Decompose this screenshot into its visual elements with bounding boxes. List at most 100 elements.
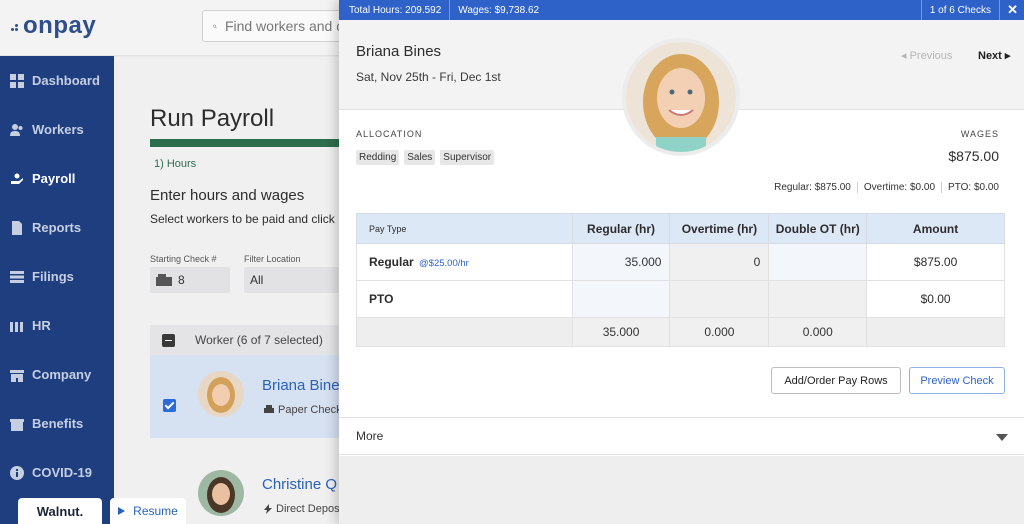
allocation-tag: Sales <box>404 150 436 165</box>
filings-icon <box>10 270 24 283</box>
preview-check-button[interactable]: Preview Check <box>909 367 1005 394</box>
sidebar-item-label: COVID-19 <box>32 465 92 480</box>
search-placeholder: Find workers and co <box>224 18 351 34</box>
total-regular: 35.000 <box>571 317 671 347</box>
sidebar-item-label: Payroll <box>32 171 76 186</box>
dashboard-icon <box>10 73 24 88</box>
total-double-ot: 0.000 <box>768 317 868 347</box>
column-header: Amount <box>866 213 1005 244</box>
allocation-tag: Supervisor <box>440 150 495 165</box>
search-input[interactable]: Find workers and co <box>202 10 352 42</box>
totals-label-cell <box>356 317 573 347</box>
close-icon[interactable]: ✕ <box>1007 2 1018 18</box>
payment-method: Direct Deposit <box>264 503 345 515</box>
amount-cell: $0.00 <box>866 280 1005 318</box>
more-label: More <box>356 429 384 443</box>
more-section-toggle[interactable]: More <box>339 417 1024 455</box>
regular-hours-input[interactable] <box>571 280 671 318</box>
employee-name: Briana Bines <box>356 43 442 60</box>
reports-icon <box>12 220 22 235</box>
sidebar-item-label: Workers <box>32 122 84 137</box>
payroll-main: Run Payroll 1) Hours Enter hours and wag… <box>114 57 345 524</box>
chevron-down-icon <box>996 434 1008 441</box>
filter-location-select[interactable]: All <box>244 267 339 293</box>
overtime-hours-input[interactable]: 0 <box>669 243 770 281</box>
panel-status-bar: Total Hours: 209.592 Wages: $9,738.62 1 … <box>339 0 1024 20</box>
double-ot-hours-input[interactable] <box>768 280 868 318</box>
overtime-hours-input[interactable] <box>669 280 770 318</box>
filter-location-value: All <box>250 273 264 287</box>
step-label: 1) Hours <box>154 158 197 170</box>
hr-icon <box>10 321 23 332</box>
sidebar-item-label: HR <box>32 318 51 333</box>
column-header: Overtime (hr) <box>669 213 770 244</box>
sidebar-item-label: Reports <box>32 220 82 235</box>
sidebar-item-workers[interactable]: Workers <box>0 105 114 154</box>
worker-table-header: Worker (6 of 7 selected) <box>150 325 340 355</box>
wage-summary: Regular: $875.00 Overtime: $0.00 PTO: $0… <box>768 182 999 193</box>
sidebar-item-label: Company <box>32 367 92 382</box>
pay-table: Pay Type Regular (hr) Overtime (hr) Doub… <box>356 213 1005 347</box>
add-order-pay-rows-button[interactable]: Add/Order Pay Rows <box>771 367 901 394</box>
play-icon <box>118 507 126 515</box>
regular-hours-input[interactable]: 35.000 <box>571 243 671 281</box>
checkbook-icon <box>156 274 172 286</box>
employee-avatar <box>622 38 740 156</box>
company-icon <box>10 369 24 382</box>
column-header: Pay Type <box>356 213 573 244</box>
wages-label: WAGES <box>960 129 999 139</box>
pay-type-cell: PTO <box>356 280 573 318</box>
starting-check-field[interactable]: 8 <box>150 267 230 293</box>
sidebar-item-company[interactable]: Company <box>0 350 114 399</box>
page-title: Run Payroll <box>150 105 275 132</box>
starting-check-value: 8 <box>178 273 185 287</box>
sidebar-item-dashboard[interactable]: Dashboard <box>0 56 114 105</box>
total-amount-cell <box>866 317 1005 347</box>
pay-rate: @$25.00/hr <box>419 258 469 269</box>
allocation-tag: Redding <box>356 150 400 165</box>
table-row[interactable]: Briana Bine Paper Check <box>150 355 342 438</box>
pay-table-header: Pay Type Regular (hr) Overtime (hr) Doub… <box>356 213 1005 244</box>
worker-checkbox[interactable] <box>163 399 176 412</box>
walnut-badge[interactable]: Walnut. <box>18 498 102 524</box>
sidebar-item-covid-19[interactable]: COVID-19 <box>0 448 114 497</box>
starting-check-label: Starting Check # <box>150 254 217 264</box>
payroll-icon <box>11 173 23 184</box>
sidebar-item-payroll[interactable]: Payroll <box>0 154 114 203</box>
payment-method-label: Direct Deposit <box>276 503 346 515</box>
sidebar-item-filings[interactable]: Filings <box>0 252 114 301</box>
column-header: Double OT (hr) <box>768 213 868 244</box>
allocation-tags: Redding Sales Supervisor <box>356 150 495 165</box>
filter-location-label: Filter Location <box>244 254 301 264</box>
amount-cell: $875.00 <box>866 243 1005 281</box>
bolt-icon <box>264 504 272 514</box>
pay-period: Sat, Nov 25th - Fri, Dec 1st <box>356 70 501 84</box>
info-icon <box>10 465 24 480</box>
worker-header-label: Worker (6 of 7 selected) <box>195 333 323 347</box>
pay-type-label: PTO <box>369 292 394 306</box>
totals-row: 35.000 0.000 0.000 <box>356 317 1005 347</box>
next-button[interactable]: Next ▸ <box>978 49 1010 62</box>
total-overtime: 0.000 <box>669 317 770 347</box>
onpay-logo[interactable]: onpay <box>11 12 96 40</box>
pay-type-cell: Regular @$25.00/hr <box>356 243 573 281</box>
panel-footer-area <box>339 456 1024 524</box>
double-ot-hours-input[interactable] <box>768 243 868 281</box>
pay-type-label: Regular <box>369 255 414 269</box>
sidebar-item-label: Dashboard <box>32 73 100 88</box>
sidebar-item-benefits[interactable]: Benefits <box>0 399 114 448</box>
previous-button[interactable]: ◂ Previous <box>901 49 952 62</box>
sidebar-item-reports[interactable]: Reports <box>0 203 114 252</box>
select-all-checkbox[interactable] <box>162 333 175 347</box>
section-heading: Enter hours and wages <box>150 187 305 204</box>
summary-overtime: Overtime: $0.00 <box>856 182 941 193</box>
sidebar-item-hr[interactable]: HR <box>0 301 114 350</box>
resume-button[interactable]: Resume <box>110 498 186 524</box>
avatar <box>198 371 244 417</box>
wages-value: $875.00 <box>948 148 999 164</box>
column-header: Regular (hr) <box>571 213 671 244</box>
payment-method: Paper Check <box>264 404 342 416</box>
worker-name[interactable]: Christine Q <box>262 476 337 493</box>
worker-name[interactable]: Briana Bine <box>262 377 340 394</box>
resume-label: Resume <box>133 504 178 518</box>
